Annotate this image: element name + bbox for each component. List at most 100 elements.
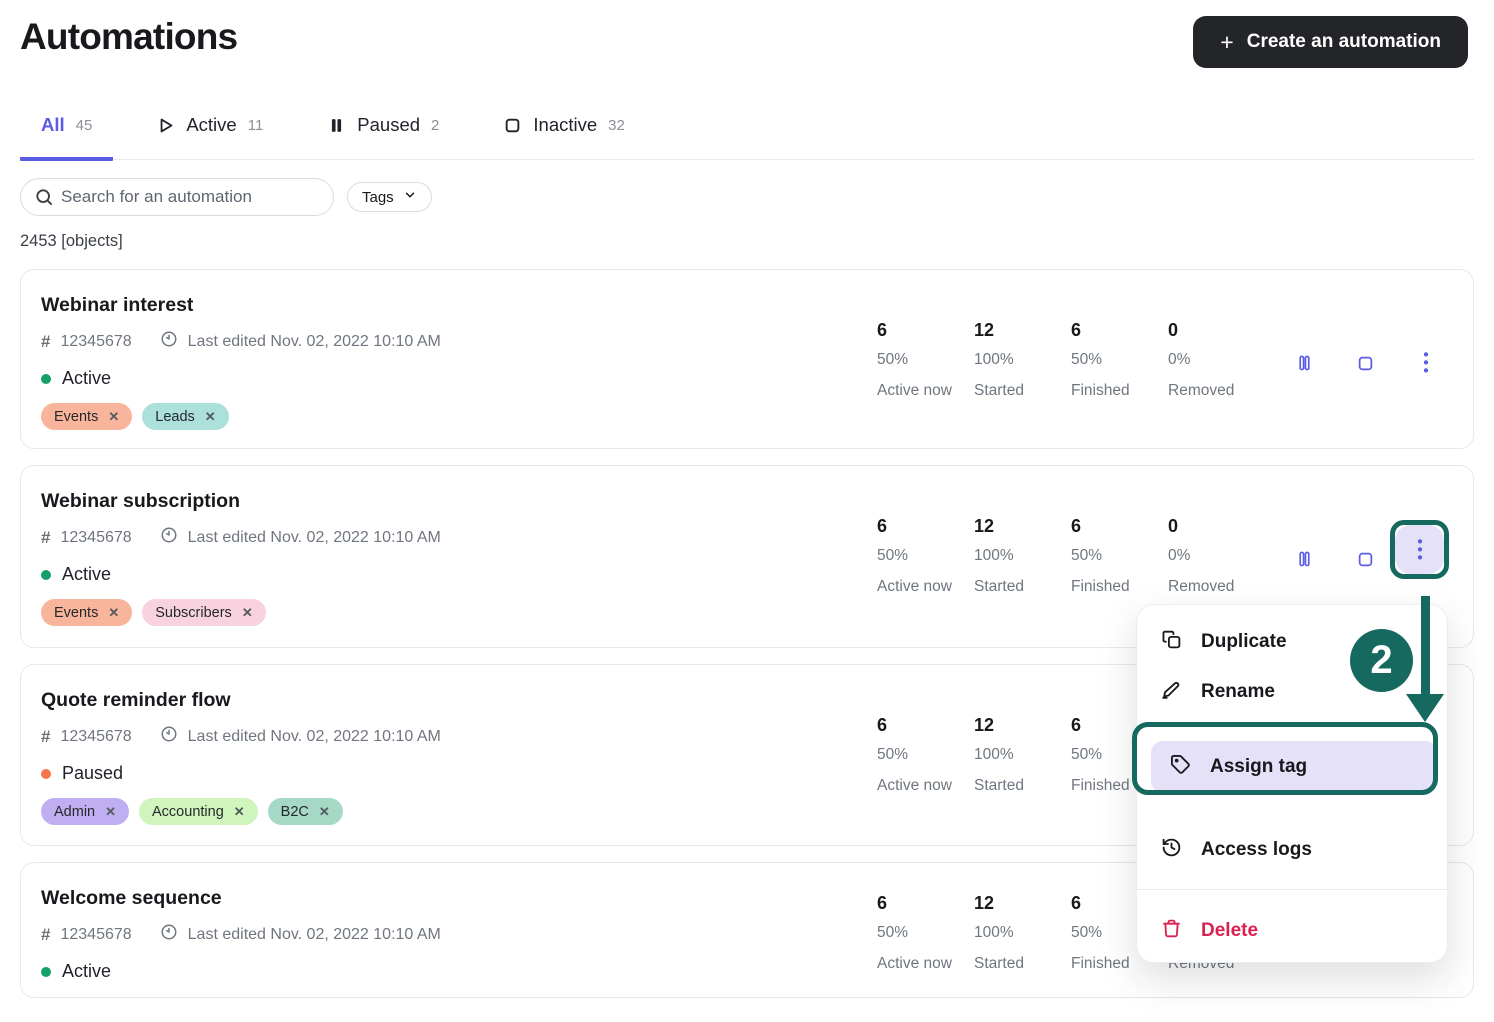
remove-tag-icon[interactable]: ✕ xyxy=(234,805,245,818)
stop-automation-button[interactable] xyxy=(1352,350,1378,376)
status-dot xyxy=(41,374,51,384)
menu-item-delete[interactable]: Delete xyxy=(1161,911,1258,951)
card-id: 12345678 xyxy=(60,728,131,746)
clock-icon xyxy=(160,725,178,748)
menu-item-rename[interactable]: Rename xyxy=(1161,672,1275,712)
stat-active-now: 650%Active now xyxy=(877,516,974,596)
stat-removed: 00%Removed xyxy=(1168,320,1265,400)
stat-started: 12100%Started xyxy=(974,320,1071,400)
play-icon xyxy=(156,116,175,135)
menu-divider xyxy=(1137,889,1447,890)
tag-icon xyxy=(1170,754,1191,781)
top-bar: Automations + Create an automation xyxy=(0,0,1494,68)
remove-tag-icon[interactable]: ✕ xyxy=(108,606,119,619)
tab-paused-count: 2 xyxy=(431,117,439,134)
tag-chip[interactable]: Events ✕ xyxy=(41,403,132,430)
card-id: 12345678 xyxy=(60,529,131,547)
clock-icon xyxy=(160,923,178,946)
status-dot xyxy=(41,967,51,977)
status-label: Paused xyxy=(62,763,123,784)
status-label: Active xyxy=(62,564,111,585)
card-last-edited: Last edited Nov. 02, 2022 10:10 AM xyxy=(188,529,441,547)
tab-active-count: 11 xyxy=(248,117,264,134)
chevron-down-icon xyxy=(403,188,417,206)
stat-active-now: 650%Active now xyxy=(877,320,974,400)
search-input[interactable] xyxy=(20,178,334,216)
page-title: Automations xyxy=(20,16,237,58)
tag-label: Admin xyxy=(54,804,95,820)
tab-inactive-count: 32 xyxy=(608,117,625,134)
status-dot xyxy=(41,769,51,779)
status-label: Active xyxy=(62,368,111,389)
stats-row: 650%Active now 12100%Started 650%Finishe… xyxy=(877,516,1265,596)
tags-filter-label: Tags xyxy=(362,189,394,206)
tag-chip[interactable]: Admin ✕ xyxy=(41,798,129,825)
pause-icon xyxy=(327,116,346,135)
stats-row: 650%Active now 12100%Started 650%Finishe… xyxy=(877,320,1265,400)
tag-label: Leads xyxy=(155,409,195,425)
filter-bar: Tags xyxy=(20,178,1474,216)
stop-square-icon xyxy=(503,116,522,135)
tag-label: B2C xyxy=(281,804,309,820)
stat-active-now: 650%Active now xyxy=(877,893,974,973)
hash-icon: # xyxy=(41,925,50,945)
tag-chip[interactable]: B2C ✕ xyxy=(268,798,343,825)
history-icon xyxy=(1161,837,1182,864)
card-title: Webinar interest xyxy=(41,294,1473,317)
stat-started: 12100%Started xyxy=(974,516,1071,596)
tab-all-count: 45 xyxy=(76,117,93,134)
tab-paused[interactable]: Paused 2 xyxy=(306,114,460,161)
menu-item-label: Assign tag xyxy=(1210,756,1307,778)
menu-item-assign-tag[interactable]: Assign tag xyxy=(1151,741,1437,793)
create-automation-button[interactable]: + Create an automation xyxy=(1193,16,1468,68)
stat-finished: 650%Finished xyxy=(1071,320,1168,400)
menu-item-access-logs[interactable]: Access logs xyxy=(1161,830,1312,870)
automation-card-webinar-interest: Webinar interest # 12345678 Last edited … xyxy=(20,269,1474,449)
stat-finished: 650%Finished xyxy=(1071,516,1168,596)
tag-list: Events ✕ Leads ✕ xyxy=(41,403,1473,430)
tab-active-label: Active xyxy=(186,114,236,136)
stat-started: 12100%Started xyxy=(974,715,1071,795)
tag-label: Subscribers xyxy=(155,605,232,621)
clock-icon xyxy=(160,526,178,549)
more-options-button-active[interactable] xyxy=(1395,525,1444,574)
tab-all[interactable]: All 45 xyxy=(20,114,113,161)
card-title: Webinar subscription xyxy=(41,490,1473,513)
pencil-icon xyxy=(1161,679,1182,706)
menu-item-duplicate[interactable]: Duplicate xyxy=(1161,622,1287,662)
pause-automation-button[interactable] xyxy=(1291,546,1317,572)
card-last-edited: Last edited Nov. 02, 2022 10:10 AM xyxy=(188,926,441,944)
remove-tag-icon[interactable]: ✕ xyxy=(242,606,253,619)
more-options-button[interactable] xyxy=(1413,350,1439,376)
remove-tag-icon[interactable]: ✕ xyxy=(108,410,119,423)
context-menu: Duplicate Rename Assign tag Access logs … xyxy=(1136,604,1448,963)
menu-item-label: Rename xyxy=(1201,681,1275,703)
stop-automation-button[interactable] xyxy=(1352,546,1378,572)
card-last-edited: Last edited Nov. 02, 2022 10:10 AM xyxy=(188,333,441,351)
tag-chip[interactable]: Subscribers ✕ xyxy=(142,599,265,626)
tab-inactive-label: Inactive xyxy=(533,114,597,136)
search-icon xyxy=(34,187,54,212)
hash-icon: # xyxy=(41,528,50,548)
pause-automation-button[interactable] xyxy=(1291,350,1317,376)
tab-inactive[interactable]: Inactive 32 xyxy=(482,114,645,161)
tags-filter-dropdown[interactable]: Tags xyxy=(347,182,432,212)
hash-icon: # xyxy=(41,332,50,352)
menu-item-label: Delete xyxy=(1201,920,1258,942)
tag-chip[interactable]: Leads ✕ xyxy=(142,403,228,430)
status-label: Active xyxy=(62,961,111,982)
tag-chip[interactable]: Accounting✕ xyxy=(139,798,258,825)
tab-active[interactable]: Active 11 xyxy=(135,114,284,161)
hash-icon: # xyxy=(41,727,50,747)
results-count: 2453 [objects] xyxy=(20,232,1474,251)
plus-icon: + xyxy=(1220,31,1233,54)
tag-chip[interactable]: Events✕ xyxy=(41,599,132,626)
trash-icon xyxy=(1161,918,1182,945)
tag-label: Events xyxy=(54,409,98,425)
status-dot xyxy=(41,570,51,580)
card-last-edited: Last edited Nov. 02, 2022 10:10 AM xyxy=(188,728,441,746)
remove-tag-icon[interactable]: ✕ xyxy=(319,805,330,818)
remove-tag-icon[interactable]: ✕ xyxy=(205,410,216,423)
menu-item-label: Access logs xyxy=(1201,839,1312,861)
remove-tag-icon[interactable]: ✕ xyxy=(105,805,116,818)
